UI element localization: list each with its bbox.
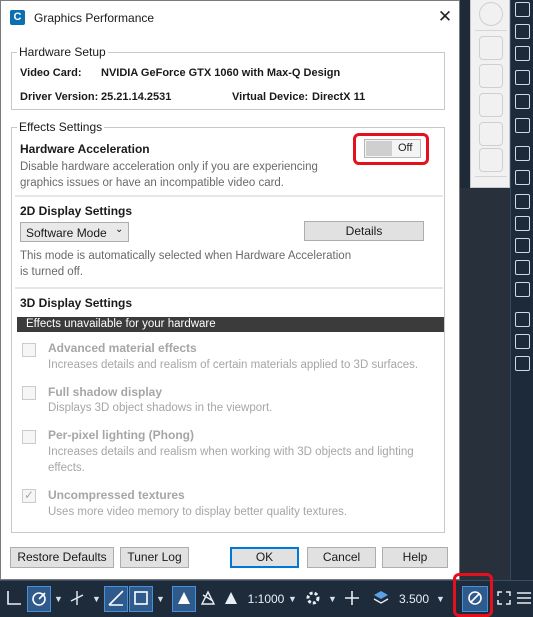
details-button[interactable]: Details — [304, 221, 424, 241]
option-title: Advanced material effects — [48, 341, 197, 355]
tuner-log-button[interactable]: Tuner Log — [120, 547, 189, 568]
annotation-visibility-icon[interactable] — [175, 589, 193, 607]
option-desc: effects. — [48, 462, 85, 474]
tool-icon[interactable] — [515, 118, 530, 133]
fullscreen-icon[interactable] — [495, 589, 513, 607]
mode-note-1: This mode is automatically selected when… — [20, 250, 352, 262]
title-bar[interactable]: C Graphics Performance ✕ — [1, 1, 459, 35]
option-desc: Increases details and realism of certain… — [48, 359, 419, 371]
option-desc: Increases details and realism when worki… — [48, 446, 414, 458]
chevron-down-icon: ⌄ — [115, 224, 124, 235]
lineweight-icon[interactable] — [107, 589, 125, 607]
chevron-down-icon[interactable]: ▼ — [156, 589, 165, 609]
auto-scale-icon[interactable] — [199, 589, 217, 607]
effects-settings-legend: Effects Settings — [17, 120, 105, 134]
chevron-down-icon[interactable]: ▼ — [54, 589, 63, 609]
plus-icon[interactable] — [343, 589, 361, 607]
per-pixel-lighting-checkbox[interactable] — [22, 430, 36, 444]
advanced-material-checkbox[interactable] — [22, 343, 36, 357]
restore-defaults-button[interactable]: Restore Defaults — [10, 547, 114, 568]
display-mode-dropdown[interactable]: Software Mode ⌄ — [20, 222, 129, 242]
driver-version-label: Driver Version: — [20, 91, 99, 103]
option-desc: Displays 3D object shadows in the viewpo… — [48, 402, 273, 414]
section-divider — [15, 287, 443, 289]
virtual-device-value: DirectX 11 — [312, 91, 366, 103]
annotation-scale-value[interactable]: 1:1000 — [246, 589, 286, 609]
hardware-acceleration-title: Hardware Acceleration — [20, 142, 150, 156]
tool-icon[interactable] — [515, 94, 530, 109]
toggle-state-label: Off — [398, 142, 413, 154]
tool-icon[interactable] — [515, 282, 530, 297]
toggle-knob — [366, 141, 392, 156]
virtual-device-label: Virtual Device: — [232, 91, 309, 103]
ok-button[interactable]: OK — [230, 547, 299, 568]
tool-icon[interactable] — [515, 312, 530, 327]
hardware-setup-legend: Hardware Setup — [17, 45, 108, 59]
modify-toolstrip — [510, 0, 533, 580]
driver-version-value: 25.21.14.2531 — [101, 91, 172, 103]
section-divider — [15, 195, 443, 197]
tool-icon[interactable] — [515, 170, 530, 185]
pan-hand-icon[interactable] — [479, 36, 503, 60]
tool-icon[interactable] — [515, 70, 530, 85]
tool-icon[interactable] — [515, 46, 530, 61]
palette-separator — [475, 30, 507, 31]
showmotion-icon[interactable] — [479, 148, 503, 172]
hardware-acceleration-desc-2: graphics issues or have an incompatible … — [20, 177, 285, 189]
orbit-icon[interactable] — [479, 93, 503, 117]
close-icon[interactable]: ✕ — [433, 6, 457, 30]
tool-icon[interactable] — [515, 260, 530, 275]
effects-unavailable-banner: Effects unavailable for your hardware — [17, 317, 444, 332]
zoom-extents-icon[interactable] — [479, 64, 503, 88]
tool-icon[interactable] — [515, 24, 530, 39]
tool-icon[interactable] — [515, 356, 530, 371]
chevron-down-icon[interactable]: ▼ — [436, 589, 445, 609]
menu-icon[interactable] — [515, 589, 533, 607]
isolate-objects-icon[interactable] — [372, 589, 390, 607]
hardware-acceleration-icon[interactable] — [466, 589, 484, 607]
display-mode-value: Software Mode — [26, 226, 107, 240]
option-desc: Uses more video memory to display better… — [48, 506, 348, 518]
tool-icon[interactable] — [515, 194, 530, 209]
dialog-title: Graphics Performance — [34, 11, 155, 25]
chevron-down-icon[interactable]: ▼ — [288, 589, 297, 609]
mode-note-2: is turned off. — [20, 266, 84, 278]
navigation-palette — [470, 0, 510, 188]
tool-icon[interactable] — [515, 146, 530, 161]
polar-tracking-icon[interactable] — [30, 589, 48, 607]
drawing-canvas — [460, 188, 510, 580]
option-title: Per-pixel lighting (Phong) — [48, 428, 194, 442]
snap-icon[interactable] — [5, 589, 23, 607]
steering-wheel-icon[interactable] — [479, 2, 503, 26]
chevron-down-icon[interactable]: ▼ — [328, 589, 337, 609]
help-button[interactable]: Help — [382, 547, 448, 568]
video-card-label: Video Card: — [20, 67, 82, 79]
palette-separator — [475, 176, 507, 177]
graphics-performance-dialog: C Graphics Performance ✕ Hardware Setup … — [0, 0, 460, 580]
chevron-down-icon[interactable]: ▼ — [92, 589, 101, 609]
tool-icon[interactable] — [515, 334, 530, 349]
osnap-tracking-icon[interactable] — [68, 589, 86, 607]
full-shadow-checkbox[interactable] — [22, 386, 36, 400]
tool-icon[interactable] — [515, 2, 530, 17]
option-title: Uncompressed textures — [48, 488, 185, 502]
uncompressed-textures-checkbox[interactable]: ✓ — [22, 488, 36, 503]
tool-icon[interactable] — [515, 238, 530, 253]
autocad-app-icon: C — [10, 10, 25, 25]
annotation-scale-icon[interactable] — [222, 589, 240, 607]
hardware-acceleration-toggle[interactable]: Off — [364, 139, 421, 158]
walk-icon[interactable] — [479, 122, 503, 146]
tool-icon[interactable] — [515, 216, 530, 231]
option-title: Full shadow display — [48, 385, 163, 399]
display-2d-title: 2D Display Settings — [20, 204, 133, 218]
workspace-gear-icon[interactable] — [304, 589, 322, 607]
status-bar: ▼ ▼ ▼ 1:1000 ▼ ▼ 3.500 ▼ — [0, 573, 533, 617]
zoom-value: 3.500 — [398, 592, 430, 606]
cancel-button[interactable]: Cancel — [307, 547, 376, 568]
hardware-acceleration-desc-1: Disable hardware acceleration only if yo… — [20, 161, 318, 173]
selection-cycling-icon[interactable] — [132, 589, 150, 607]
video-card-value: NVIDIA GeForce GTX 1060 with Max-Q Desig… — [101, 67, 341, 79]
display-3d-title: 3D Display Settings — [20, 296, 133, 310]
checkmark-icon: ✓ — [24, 488, 35, 502]
